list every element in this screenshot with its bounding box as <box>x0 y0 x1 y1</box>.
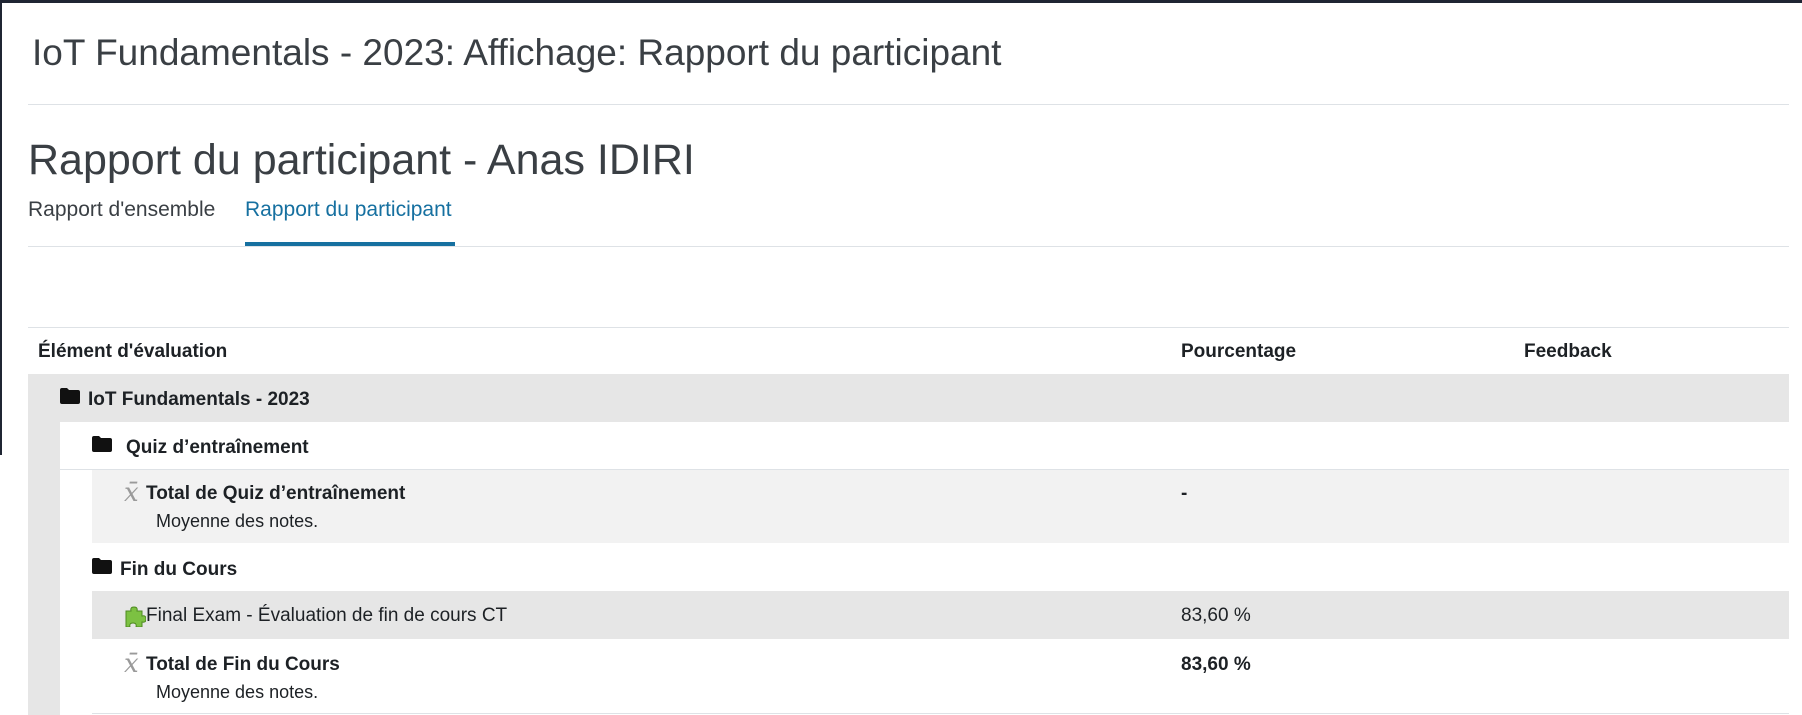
grade-item-link[interactable]: Final Exam - Évaluation de fin de cours … <box>146 604 507 628</box>
active-tab-indicator <box>245 242 455 246</box>
table-row: IoT Fundamentals - 2023 <box>28 374 1789 422</box>
category-label: Quiz d’entraînement <box>126 437 309 458</box>
subcategory-indent-band <box>60 470 92 543</box>
category-indent-band <box>28 374 60 715</box>
header-divider <box>28 104 1789 105</box>
aggregation-description: Moyenne des notes. <box>156 511 319 531</box>
column-header-percentage: Pourcentage <box>1181 341 1297 362</box>
column-header-feedback: Feedback <box>1524 341 1612 362</box>
table-row: Fin du Cours <box>60 543 1789 591</box>
report-tabs: Rapport d'ensemble Rapport du participan… <box>28 196 1789 247</box>
window-top-border <box>0 0 1802 3</box>
folder-icon <box>92 436 112 452</box>
folder-icon <box>92 558 112 574</box>
report-title: Rapport du participant - Anas IDIRI <box>28 136 695 184</box>
total-label: Total de Quiz d’entraînement <box>146 483 406 504</box>
table-row: x̄ Total de Quiz d’entraînement Moyenne … <box>92 470 1789 544</box>
category-label: Fin du Cours <box>120 559 238 580</box>
table-row: Final Exam - Évaluation de fin de cours … <box>92 591 1789 639</box>
percentage-value: 83,60 % <box>1181 654 1251 675</box>
page-header-title: IoT Fundamentals - 2023: Affichage: Rapp… <box>32 32 1002 73</box>
mean-icon: x̄ <box>124 649 139 679</box>
puzzle-icon <box>125 606 146 627</box>
aggregation-description: Moyenne des notes. <box>156 682 319 702</box>
table-top-divider <box>28 327 1789 328</box>
total-label: Total de Fin du Cours <box>146 654 340 675</box>
tab-user-report[interactable]: Rapport du participant <box>245 196 452 224</box>
mean-icon: x̄ <box>124 478 139 508</box>
table-row: Quiz d’entraînement <box>60 422 1789 470</box>
category-label: IoT Fundamentals - 2023 <box>88 389 310 410</box>
tab-overview-report[interactable]: Rapport d'ensemble <box>28 196 215 224</box>
window-left-border <box>0 0 2 455</box>
table-row: x̄ Total de Fin du Cours Moyenne des not… <box>92 639 1789 714</box>
folder-icon <box>60 388 80 404</box>
column-header-item: Élément d'évaluation <box>38 341 228 362</box>
percentage-value: 83,60 % <box>1181 605 1251 626</box>
percentage-value: - <box>1181 483 1188 504</box>
